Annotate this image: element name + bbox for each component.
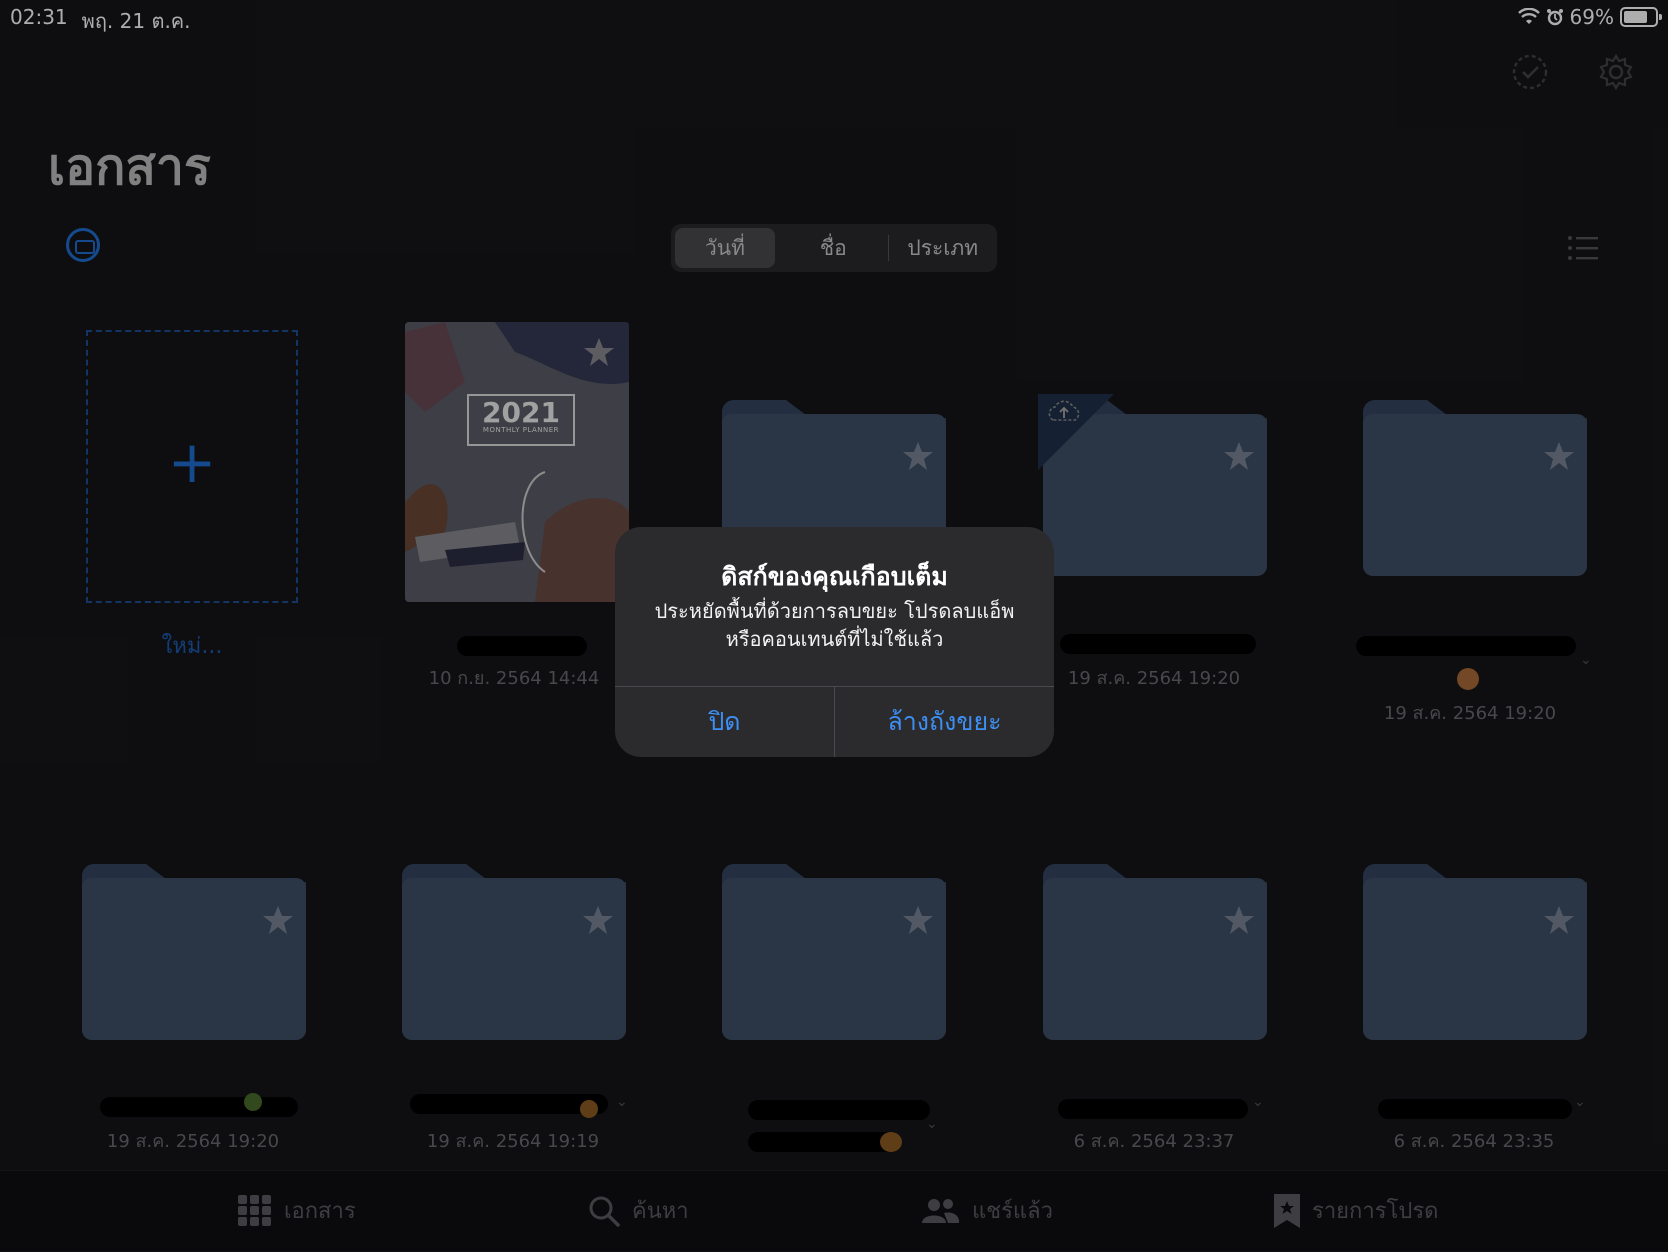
alert-message: ประหยัดพื้นที่ด้วยการลบขยะ โปรดลบแอ็พ หร… [635,597,1034,653]
close-button[interactable]: ปิด [615,687,834,757]
alert-message-line-2: หรือคอนเทนต์ที่ไม่ใช้แล้ว [725,627,944,651]
empty-trash-button[interactable]: ล้างถังขยะ [835,687,1054,757]
alert-message-line-1: ประหยัดพื้นที่ด้วยการลบขยะ โปรดลบแอ็พ [654,599,1015,623]
documents-app: 02:31 พฤ. 21 ต.ค. 69% เอกสาร วันที่ ชื่อ… [0,0,1668,1252]
disk-full-alert: ดิสก์ของคุณเกือบเต็ม ประหยัดพื้นที่ด้วยก… [615,527,1054,757]
alert-title: ดิสก์ของคุณเกือบเต็ม [721,562,948,591]
